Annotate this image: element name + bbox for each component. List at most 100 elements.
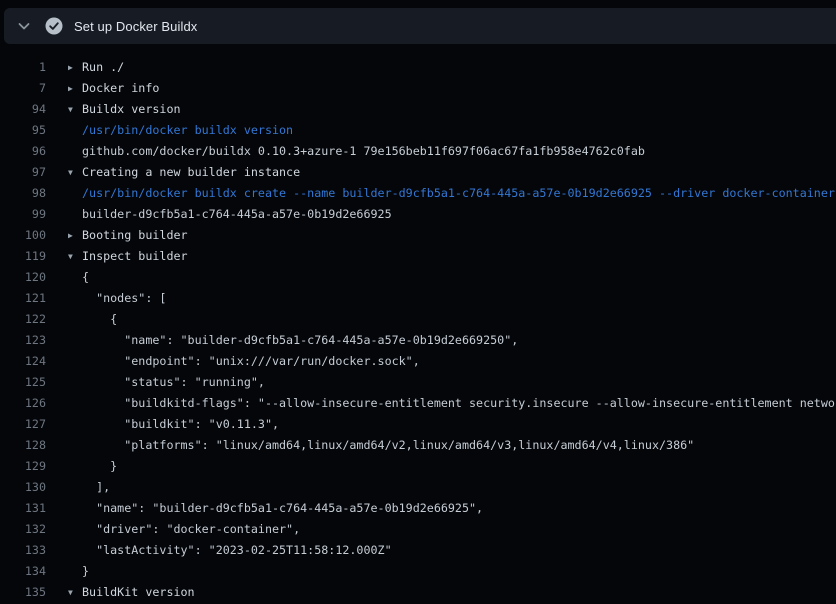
log-line: 132 "driver": "docker-container", xyxy=(0,519,836,540)
marker-spacer xyxy=(68,456,82,477)
line-text: "endpoint": "unix:///var/run/docker.sock… xyxy=(82,351,420,372)
marker-spacer xyxy=(68,120,82,141)
log-line: 124 "endpoint": "unix:///var/run/docker.… xyxy=(0,351,836,372)
marker-spacer xyxy=(68,204,82,225)
marker-spacer xyxy=(68,330,82,351)
log-line: 128 "platforms": "linux/amd64,linux/amd6… xyxy=(0,435,836,456)
line-number[interactable]: 130 xyxy=(0,477,46,498)
line-number[interactable]: 123 xyxy=(0,330,46,351)
marker-spacer xyxy=(68,183,82,204)
line-number[interactable]: 135 xyxy=(0,582,46,603)
line-number[interactable]: 133 xyxy=(0,540,46,561)
line-text: Creating a new builder instance xyxy=(82,162,300,183)
line-text: github.com/docker/buildx 0.10.3+azure-1 … xyxy=(82,141,645,162)
chevron-down-icon xyxy=(16,18,32,34)
line-number[interactable]: 128 xyxy=(0,435,46,456)
line-number[interactable]: 132 xyxy=(0,519,46,540)
line-text: "name": "builder-d9cfb5a1-c764-445a-a57e… xyxy=(82,330,518,351)
log-line: 125 "status": "running", xyxy=(0,372,836,393)
marker-spacer xyxy=(68,435,82,456)
marker-spacer xyxy=(68,414,82,435)
line-text: Booting builder xyxy=(82,225,188,246)
line-text: "platforms": "linux/amd64,linux/amd64/v2… xyxy=(82,435,694,456)
marker-spacer xyxy=(68,498,82,519)
log-line: 129 } xyxy=(0,456,836,477)
line-text: Buildx version xyxy=(82,99,181,120)
line-number[interactable]: 124 xyxy=(0,351,46,372)
group-expand-icon: ▶ xyxy=(68,57,82,78)
line-text: builder-d9cfb5a1-c764-445a-a57e-0b19d2e6… xyxy=(82,204,392,225)
marker-spacer xyxy=(68,372,82,393)
log-group-line[interactable]: 97▼Creating a new builder instance xyxy=(0,162,836,183)
log-line: 96 github.com/docker/buildx 0.10.3+azure-… xyxy=(0,141,836,162)
line-number[interactable]: 126 xyxy=(0,393,46,414)
line-text: /usr/bin/docker buildx create --name bui… xyxy=(82,183,835,204)
line-number[interactable]: 131 xyxy=(0,498,46,519)
step-header[interactable]: Set up Docker Buildx xyxy=(4,8,836,44)
line-text: "status": "running", xyxy=(82,372,265,393)
line-number[interactable]: 119 xyxy=(0,246,46,267)
log-group-line[interactable]: 94▼Buildx version xyxy=(0,99,836,120)
log-line: 98/usr/bin/docker buildx create --name b… xyxy=(0,183,836,204)
line-text: "name": "builder-d9cfb5a1-c764-445a-a57e… xyxy=(82,498,483,519)
marker-spacer xyxy=(68,267,82,288)
log-line: 131 "name": "builder-d9cfb5a1-c764-445a-… xyxy=(0,498,836,519)
marker-spacer xyxy=(68,519,82,540)
line-number[interactable]: 95 xyxy=(0,120,46,141)
log-group-line[interactable]: 100 ▶Booting builder xyxy=(0,225,836,246)
line-number[interactable]: 120 xyxy=(0,267,46,288)
log-group-line[interactable]: 135▼BuildKit version xyxy=(0,582,836,603)
line-text: "buildkitd-flags": "--allow-insecure-ent… xyxy=(82,393,836,414)
log-line: 127 "buildkit": "v0.11.3", xyxy=(0,414,836,435)
log-line: 123 "name": "builder-d9cfb5a1-c764-445a-… xyxy=(0,330,836,351)
log-line: 133 "lastActivity": "2023-02-25T11:58:12… xyxy=(0,540,836,561)
line-number[interactable]: 122 xyxy=(0,309,46,330)
log-line: 120 { xyxy=(0,267,836,288)
marker-spacer xyxy=(68,540,82,561)
line-number[interactable]: 134 xyxy=(0,561,46,582)
check-circle-icon xyxy=(45,17,63,35)
line-text: /usr/bin/docker buildx version xyxy=(82,120,293,141)
line-text: ], xyxy=(82,477,110,498)
line-text: Run ./ xyxy=(82,57,124,78)
group-collapse-icon: ▼ xyxy=(68,246,82,267)
actions-log-viewer: Set up Docker Buildx 1▶Run ./7▶Docker in… xyxy=(0,0,836,604)
marker-spacer xyxy=(68,141,82,162)
line-text: "nodes": [ xyxy=(82,288,166,309)
line-number[interactable]: 129 xyxy=(0,456,46,477)
log-line: 99 builder-d9cfb5a1-c764-445a-a57e-0b19d2… xyxy=(0,204,836,225)
line-text: Docker info xyxy=(82,78,159,99)
step-title: Set up Docker Buildx xyxy=(74,19,197,34)
line-number[interactable]: 1 xyxy=(0,57,46,78)
line-number[interactable]: 94 xyxy=(0,99,46,120)
line-number[interactable]: 127 xyxy=(0,414,46,435)
line-text: { xyxy=(82,267,89,288)
log-group-line[interactable]: 1 ▶Run ./ xyxy=(0,57,836,78)
line-number[interactable]: 125 xyxy=(0,372,46,393)
marker-spacer xyxy=(68,477,82,498)
log-group-line[interactable]: 7▶Docker info xyxy=(0,78,836,99)
log-line: 134} xyxy=(0,561,836,582)
group-expand-icon: ▶ xyxy=(68,225,82,246)
log-line: 95/usr/bin/docker buildx version xyxy=(0,120,836,141)
group-collapse-icon: ▼ xyxy=(68,582,82,603)
line-number[interactable]: 121 xyxy=(0,288,46,309)
marker-spacer xyxy=(68,288,82,309)
line-number[interactable]: 99 xyxy=(0,204,46,225)
line-text: Inspect builder xyxy=(82,246,188,267)
log-line: 122 { xyxy=(0,309,836,330)
log-group-line[interactable]: 119 ▼Inspect builder xyxy=(0,246,836,267)
marker-spacer xyxy=(68,393,82,414)
marker-spacer xyxy=(68,351,82,372)
log-view[interactable]: 1▶Run ./7▶Docker info94▼Buildx version95… xyxy=(0,44,836,604)
line-number[interactable]: 96 xyxy=(0,141,46,162)
marker-spacer xyxy=(68,309,82,330)
log-line: 121 "nodes": [ xyxy=(0,288,836,309)
line-number[interactable]: 98 xyxy=(0,183,46,204)
log-line: 130 ], xyxy=(0,477,836,498)
log-line: 126 "buildkitd-flags": "--allow-insecure… xyxy=(0,393,836,414)
line-number[interactable]: 7 xyxy=(0,78,46,99)
line-number[interactable]: 97 xyxy=(0,162,46,183)
line-number[interactable]: 100 xyxy=(0,225,46,246)
line-text: } xyxy=(82,456,117,477)
